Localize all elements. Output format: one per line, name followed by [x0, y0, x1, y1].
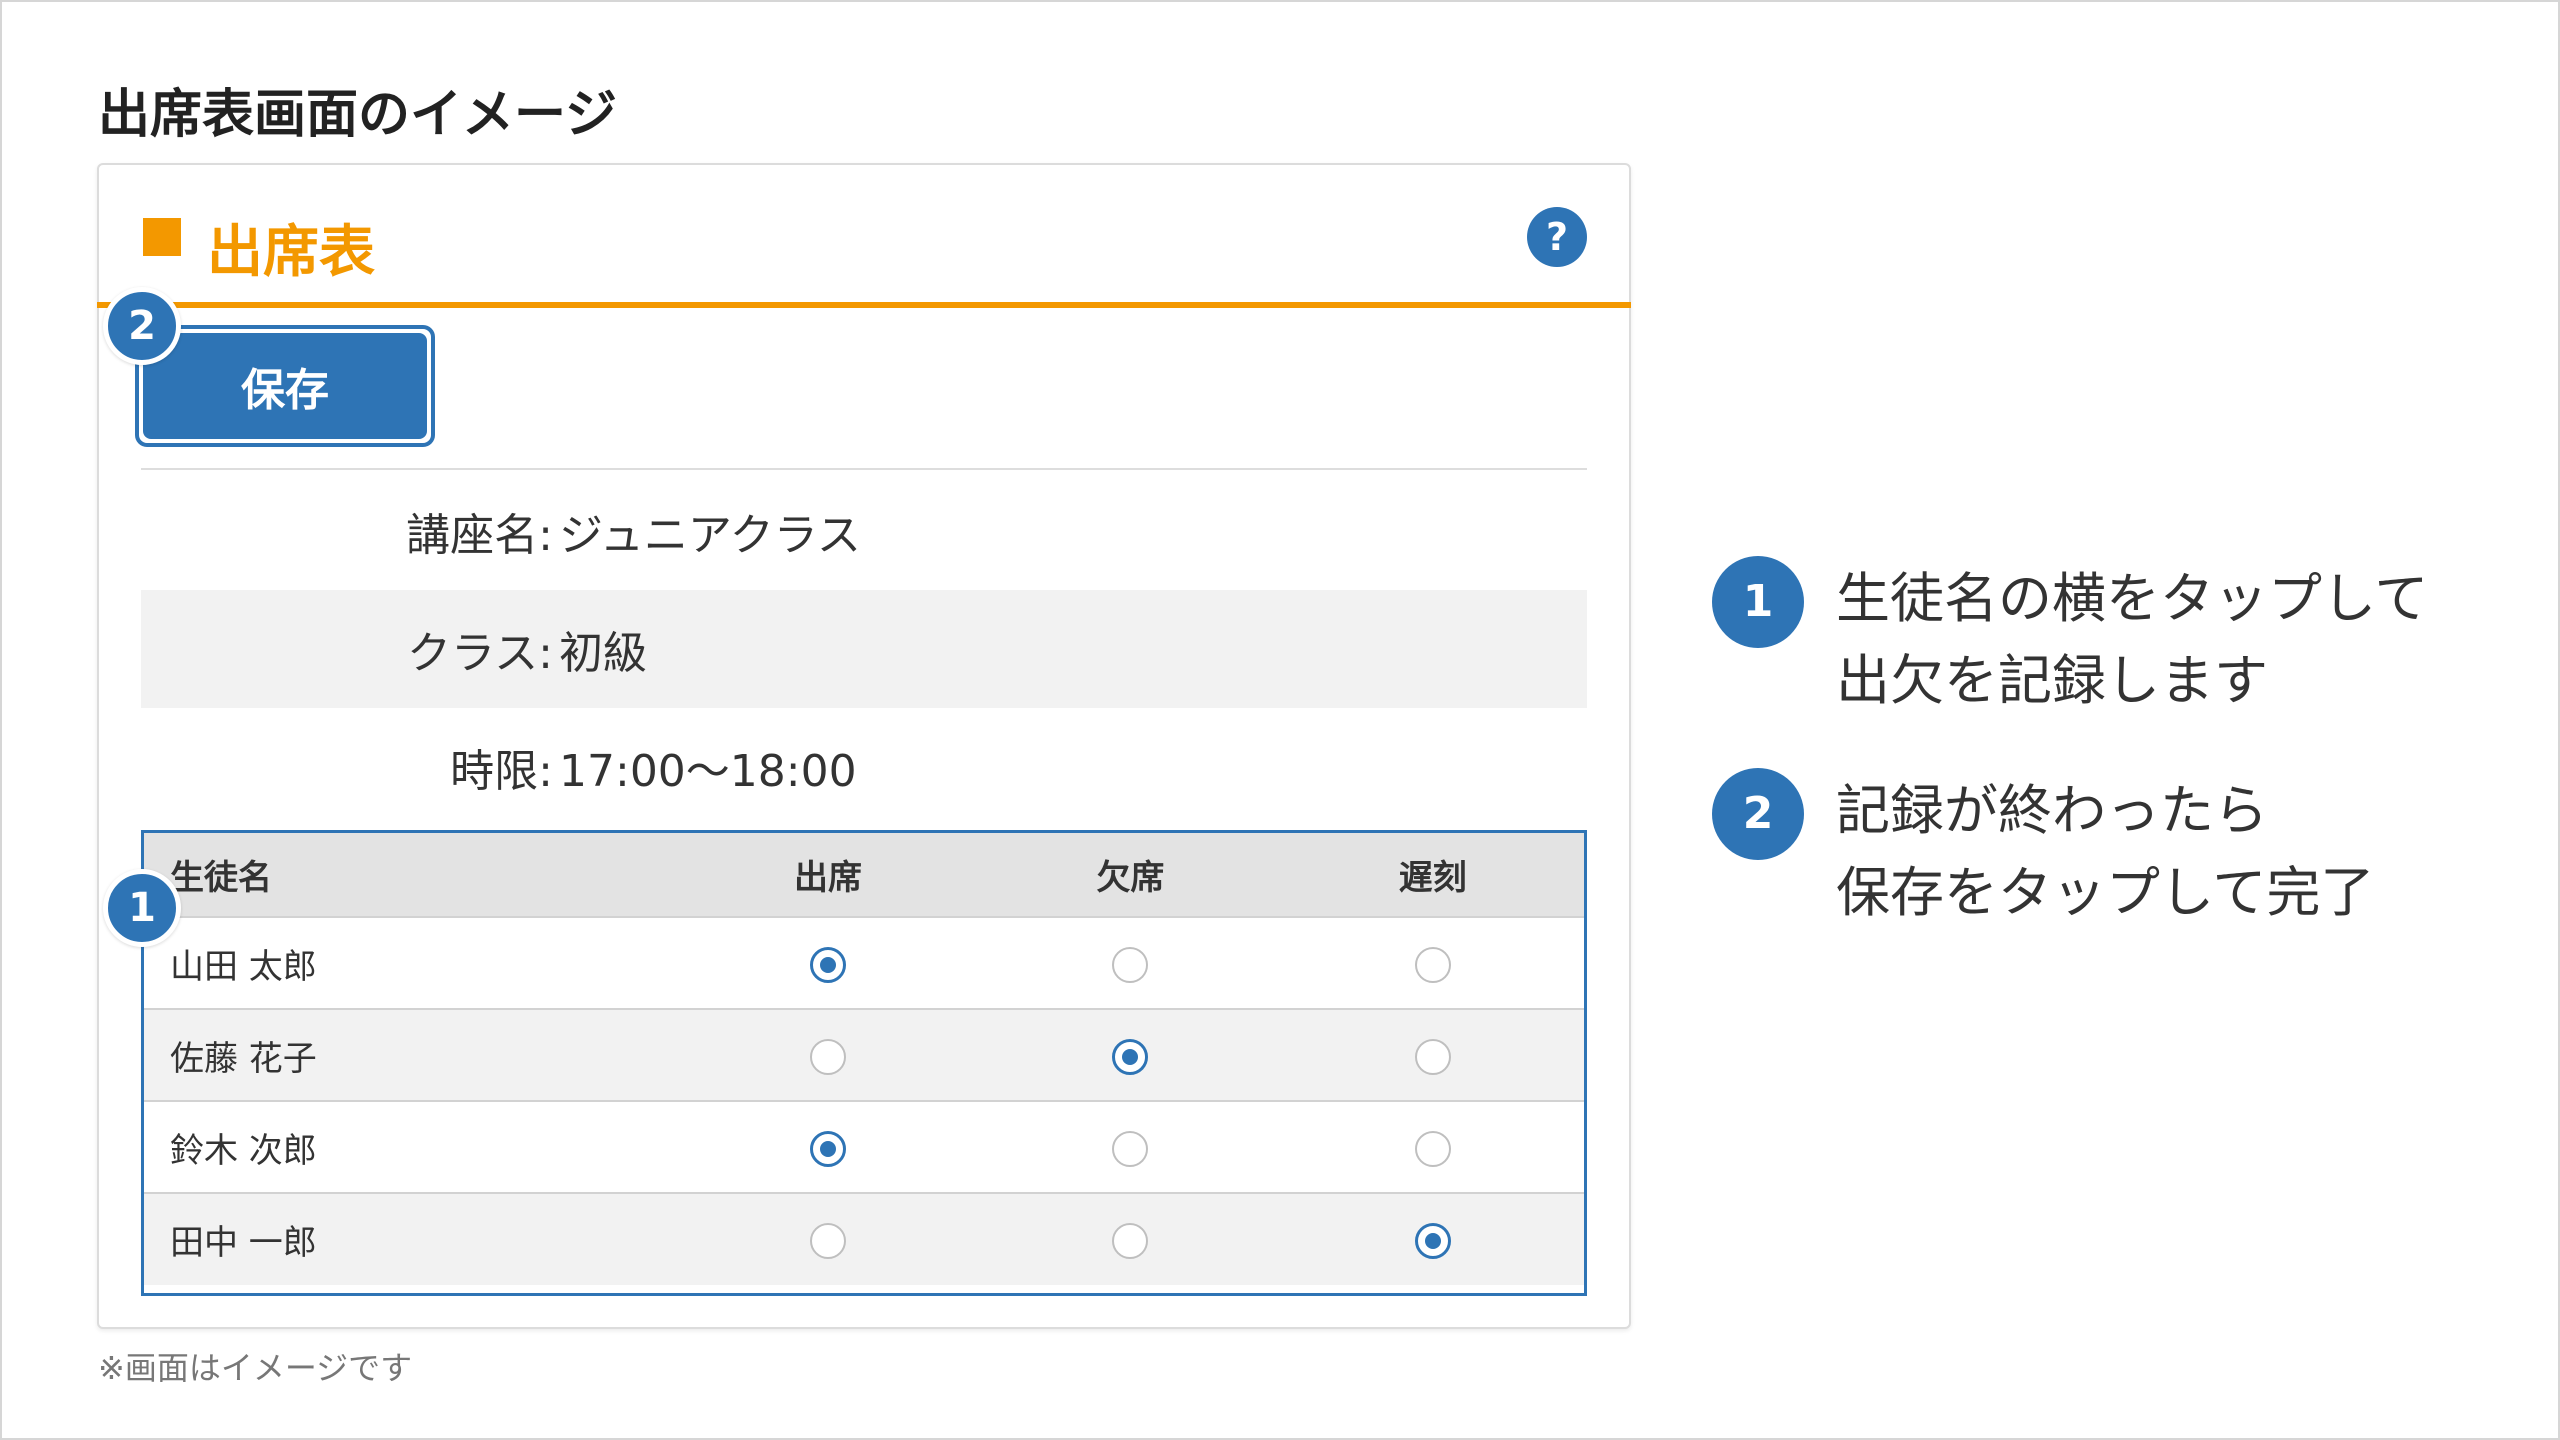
step-text: 記録が終わったら 保存をタップして完了: [1836, 770, 2374, 934]
radio-present[interactable]: [809, 1038, 846, 1075]
table-row: 山田 太郎: [144, 916, 1584, 1009]
course-value: ジュニアクラス: [559, 510, 861, 561]
step-line: 保存をタップして完了: [1836, 861, 2375, 924]
step-line: 記録が終わったら: [1836, 779, 2268, 842]
step-text: 生徒名の横をタップして 出欠を記録します: [1836, 558, 2428, 722]
attendance-table: 生徒名 出席 欠席 遅刻 山田 太郎 佐藤 花子 鈴木 次郎 田中 一郎: [141, 830, 1587, 1296]
table-row: 佐藤 花子: [144, 1008, 1584, 1101]
divider: [141, 468, 1587, 470]
radio-late[interactable]: [1414, 1038, 1451, 1075]
student-name: 鈴木 次郎: [144, 1100, 677, 1193]
radio-late[interactable]: [1414, 1130, 1451, 1167]
radio-present[interactable]: [809, 946, 846, 983]
step-number: 2: [1712, 768, 1804, 860]
course-label: 講座名:: [406, 510, 553, 561]
table-header-row: 生徒名 出席 欠席 遅刻: [144, 833, 1584, 917]
title-underline: [97, 302, 1631, 308]
info-row-course: 講座名: ジュニアクラス: [141, 472, 1587, 590]
table-row: 田中 一郎: [144, 1192, 1584, 1285]
class-value: 初級: [559, 628, 647, 679]
title-square-icon: [143, 218, 181, 256]
radio-present[interactable]: [809, 1130, 846, 1167]
header-student-name: 生徒名: [144, 833, 677, 917]
radio-absent[interactable]: [1112, 946, 1149, 983]
callout-badge-2: 2: [103, 287, 181, 365]
page-heading: 出席表画面のイメージ: [98, 85, 617, 145]
header-late: 遅刻: [1281, 833, 1584, 917]
step-line: 出欠を記録します: [1836, 649, 2268, 712]
save-button-label: 保存: [143, 333, 427, 439]
callout-badge-1: 1: [103, 869, 181, 947]
info-row-period: 時限: 17:00〜18:00: [141, 708, 1587, 826]
help-icon[interactable]: ?: [1527, 207, 1587, 267]
info-row-class: クラス: 初級: [141, 590, 1587, 708]
attendance-card: 出席表 ? 保存 2 講座名: ジュニアクラス クラス: 初級 時限: 17:0…: [97, 163, 1631, 1329]
class-label: クラス:: [407, 628, 553, 679]
student-name: 山田 太郎: [144, 916, 677, 1009]
header-present: 出席: [676, 833, 980, 917]
student-name: 佐藤 花子: [144, 1008, 677, 1101]
radio-absent[interactable]: [1112, 1130, 1149, 1167]
period-label: 時限:: [450, 746, 553, 797]
period-value: 17:00〜18:00: [559, 746, 857, 797]
step-number: 1: [1712, 556, 1804, 648]
radio-late[interactable]: [1414, 1223, 1451, 1259]
student-name: 田中 一郎: [144, 1192, 677, 1285]
footnote: ※画面はイメージです: [98, 1349, 413, 1387]
save-button[interactable]: 保存: [135, 325, 435, 447]
radio-absent[interactable]: [1112, 1223, 1149, 1259]
radio-present[interactable]: [809, 1223, 846, 1259]
header-absent: 欠席: [979, 833, 1282, 917]
step-line: 生徒名の横をタップして: [1836, 567, 2429, 630]
card-title: 出席表: [207, 220, 375, 285]
table-row: 鈴木 次郎: [144, 1100, 1584, 1193]
radio-absent[interactable]: [1112, 1038, 1149, 1075]
radio-late[interactable]: [1414, 946, 1451, 983]
